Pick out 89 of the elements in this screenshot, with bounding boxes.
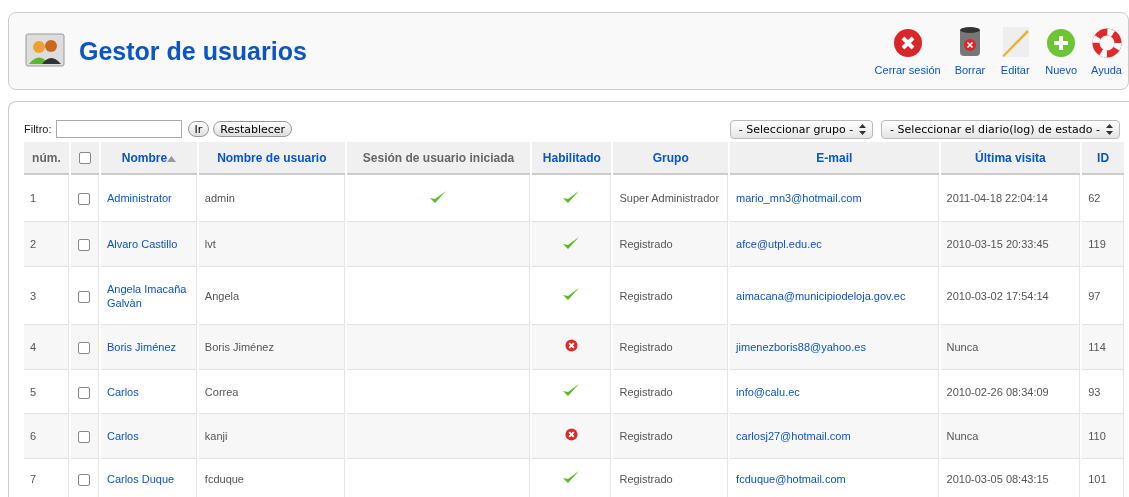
filter-button[interactable]: Ir — [187, 121, 210, 137]
row-number: 4 — [30, 341, 37, 353]
row-number: 3 — [30, 289, 37, 302]
table-cell: Registrado — [619, 472, 673, 485]
select-dropdown[interactable]: - Seleccionar grupo - — [729, 119, 874, 139]
table-cell: Nunca — [946, 341, 979, 353]
table-cell: admin — [204, 192, 235, 204]
updown-arrows-icon — [859, 123, 867, 135]
table-cell: 2011-04-18 22:04:14 — [946, 192, 1048, 204]
table-cell: lvt — [204, 238, 216, 250]
table-cell: Registrado — [619, 430, 673, 442]
row-checkbox[interactable] — [78, 473, 91, 486]
toolbar-button[interactable]: Ayuda — [1085, 28, 1128, 76]
cross-icon[interactable] — [564, 428, 578, 441]
table-cell: fcduque — [204, 472, 244, 485]
table-cell: 101 — [1088, 472, 1107, 485]
table-cell: 114 — [1088, 341, 1106, 353]
table-cell: Correa — [204, 385, 239, 398]
name-link[interactable]: Boris Jiménez — [106, 340, 190, 354]
select-dropdown[interactable]: - Seleccionar el diario(log) de estado - — [881, 119, 1120, 139]
check-icon[interactable] — [562, 235, 581, 250]
table-cell: 97 — [1088, 289, 1101, 302]
column-header[interactable]: E-mail — [816, 150, 853, 165]
filter-field[interactable] — [55, 120, 182, 138]
row-checkbox[interactable] — [78, 193, 91, 206]
row-checkbox[interactable] — [78, 239, 91, 252]
email-link[interactable]: aimacana@municipiodeloja.gov.ec — [736, 288, 932, 303]
table-cell: 110 — [1088, 430, 1106, 442]
table-cell: Super Administrador — [619, 192, 720, 204]
row-number: 5 — [30, 385, 37, 398]
trash-icon — [958, 26, 981, 58]
name-link[interactable]: Carlos Duque — [106, 471, 190, 486]
column-header[interactable]: ID — [1097, 150, 1110, 165]
table-cell: 62 — [1088, 192, 1101, 204]
table-cell: Boris Jiménez — [204, 341, 274, 353]
email-link[interactable]: fcduque@hotmail.com — [736, 471, 932, 486]
check-icon[interactable] — [562, 287, 581, 301]
row-number: 6 — [30, 430, 37, 442]
email-link[interactable]: carlosj27@hotmail.com — [736, 429, 932, 443]
table-cell: 119 — [1088, 238, 1106, 250]
pencil-icon — [999, 26, 1032, 58]
filter-label: Filtro: — [24, 123, 52, 135]
email-link[interactable]: afce@utpl.edu.ec — [736, 237, 932, 251]
column-header[interactable]: Grupo — [652, 150, 689, 165]
table-cell: Registrado — [619, 341, 673, 353]
toolbar-button[interactable]: Editar — [993, 26, 1038, 76]
row-number: 2 — [30, 238, 37, 250]
plus-icon — [1046, 28, 1077, 58]
table-cell: Nunca — [946, 430, 979, 442]
table-cell: Registrado — [619, 385, 673, 398]
row-number: 1 — [30, 192, 37, 204]
table-cell: Registrado — [619, 289, 673, 302]
table-cell: 2010-03-05 08:43:15 — [946, 472, 1049, 485]
check-icon[interactable] — [562, 383, 581, 397]
row-checkbox[interactable] — [78, 290, 91, 303]
row-checkbox[interactable] — [78, 431, 91, 444]
table-cell: 93 — [1088, 385, 1101, 398]
row-checkbox[interactable] — [78, 342, 91, 355]
name-link[interactable]: Carlos — [106, 429, 190, 443]
lifebuoy-icon — [1091, 28, 1122, 58]
filter-button[interactable]: Restablecer — [213, 121, 293, 137]
name-link[interactable]: Alvaro Castillo — [106, 237, 190, 251]
table-cell: 2010-02-26 08:34:09 — [946, 385, 1049, 398]
table-cell: 2010-03-02 17:54:14 — [946, 289, 1049, 302]
column-header: núm. — [32, 150, 61, 165]
row-checkbox[interactable] — [78, 386, 91, 399]
column-header: Sesión de usuario iniciada — [362, 150, 515, 165]
email-link[interactable]: mario_mn3@hotmail.com — [736, 191, 932, 205]
email-link[interactable]: info@calu.ec — [736, 384, 932, 399]
toolbar-button[interactable]: Borrar — [948, 26, 992, 76]
page-title: Gestor de usuarios — [79, 36, 308, 66]
updown-arrows-icon — [1106, 123, 1113, 135]
toolbar-button[interactable]: Nuevo — [1039, 28, 1083, 76]
close-icon — [892, 28, 923, 58]
check-icon[interactable] — [562, 189, 581, 204]
table-cell: kanji — [204, 430, 228, 442]
table-cell: Angela — [204, 289, 240, 302]
table-cell: Registrado — [619, 238, 673, 250]
email-link[interactable]: jimenezboris88@yahoo.es — [736, 340, 932, 354]
cross-icon[interactable] — [564, 339, 578, 352]
users-icon — [25, 33, 65, 69]
name-link[interactable]: Administrator — [106, 191, 190, 205]
name-link[interactable]: Angela Imacaña Galvàn — [106, 281, 190, 310]
select-all-checkbox[interactable] — [78, 152, 91, 165]
toolbar-button[interactable]: Cerrar sesión — [868, 28, 947, 76]
row-number: 7 — [30, 472, 37, 485]
table-cell: 2010-03-15 20:33:45 — [946, 238, 1049, 250]
name-link[interactable]: Carlos — [106, 384, 190, 399]
check-icon[interactable] — [562, 470, 581, 484]
